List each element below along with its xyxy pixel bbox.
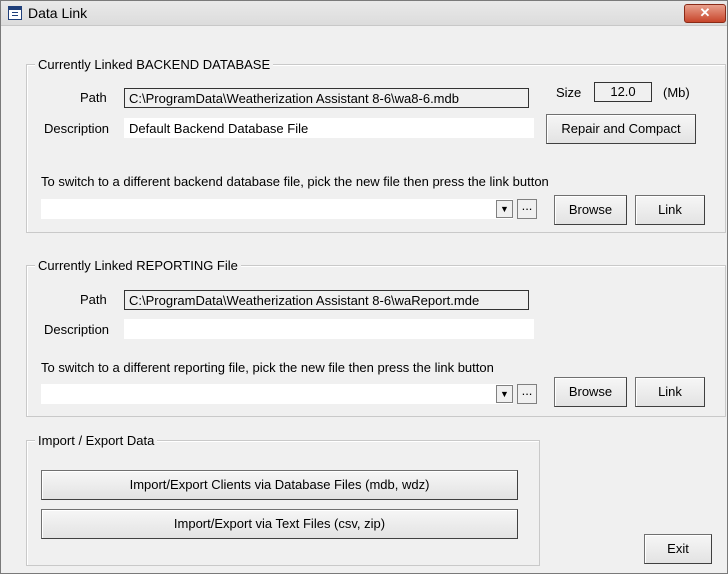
backend-file-picker[interactable] — [41, 199, 513, 219]
repair-and-compact-button[interactable]: Repair and Compact — [546, 114, 696, 144]
ellipsis-icon[interactable]: ... — [517, 199, 537, 219]
ellipsis-icon[interactable]: ... — [517, 384, 537, 404]
backend-path-label: Path — [80, 90, 107, 105]
backend-description-label: Description — [44, 121, 110, 136]
backend-path-field: C:\ProgramData\Weatherization Assistant … — [124, 88, 529, 108]
chevron-down-icon[interactable]: ▼ — [496, 385, 513, 403]
backend-instruction-text: To switch to a different backend databas… — [41, 174, 549, 189]
backend-link-button[interactable]: Link — [635, 195, 705, 225]
import-export-text-files-button[interactable]: Import/Export via Text Files (csv, zip) — [41, 509, 518, 539]
reporting-path-field: C:\ProgramData\Weatherization Assistant … — [124, 290, 529, 310]
reporting-file-picker[interactable] — [41, 384, 513, 404]
exit-button[interactable]: Exit — [644, 534, 712, 564]
reporting-description-label: Description — [44, 322, 110, 337]
import-export-group: Import / Export Data — [26, 433, 540, 566]
data-link-window: Data Link ✕ Currently Linked BACKEND DAT… — [0, 0, 728, 574]
window-title: Data Link — [28, 5, 88, 21]
backend-browse-button[interactable]: Browse — [554, 195, 627, 225]
close-icon[interactable]: ✕ — [684, 4, 726, 23]
reporting-path-label: Path — [80, 292, 107, 307]
reporting-description-field[interactable] — [124, 319, 534, 339]
size-unit-label: (Mb) — [663, 85, 690, 100]
import-export-database-files-button[interactable]: Import/Export Clients via Database Files… — [41, 470, 518, 500]
reporting-link-button[interactable]: Link — [635, 377, 705, 407]
reporting-instruction-text: To switch to a different reporting file,… — [41, 360, 494, 375]
form-icon — [8, 6, 22, 20]
reporting-group-legend: Currently Linked REPORTING File — [35, 258, 241, 273]
backend-description-field[interactable]: Default Backend Database File — [124, 118, 534, 138]
title-bar: Data Link ✕ — [1, 1, 727, 26]
import-export-legend: Import / Export Data — [35, 433, 158, 448]
size-label: Size — [556, 85, 582, 100]
backend-group-legend: Currently Linked BACKEND DATABASE — [35, 57, 274, 72]
chevron-down-icon[interactable]: ▼ — [496, 200, 513, 218]
reporting-browse-button[interactable]: Browse — [554, 377, 627, 407]
size-value-field: 12.0 — [594, 82, 652, 102]
